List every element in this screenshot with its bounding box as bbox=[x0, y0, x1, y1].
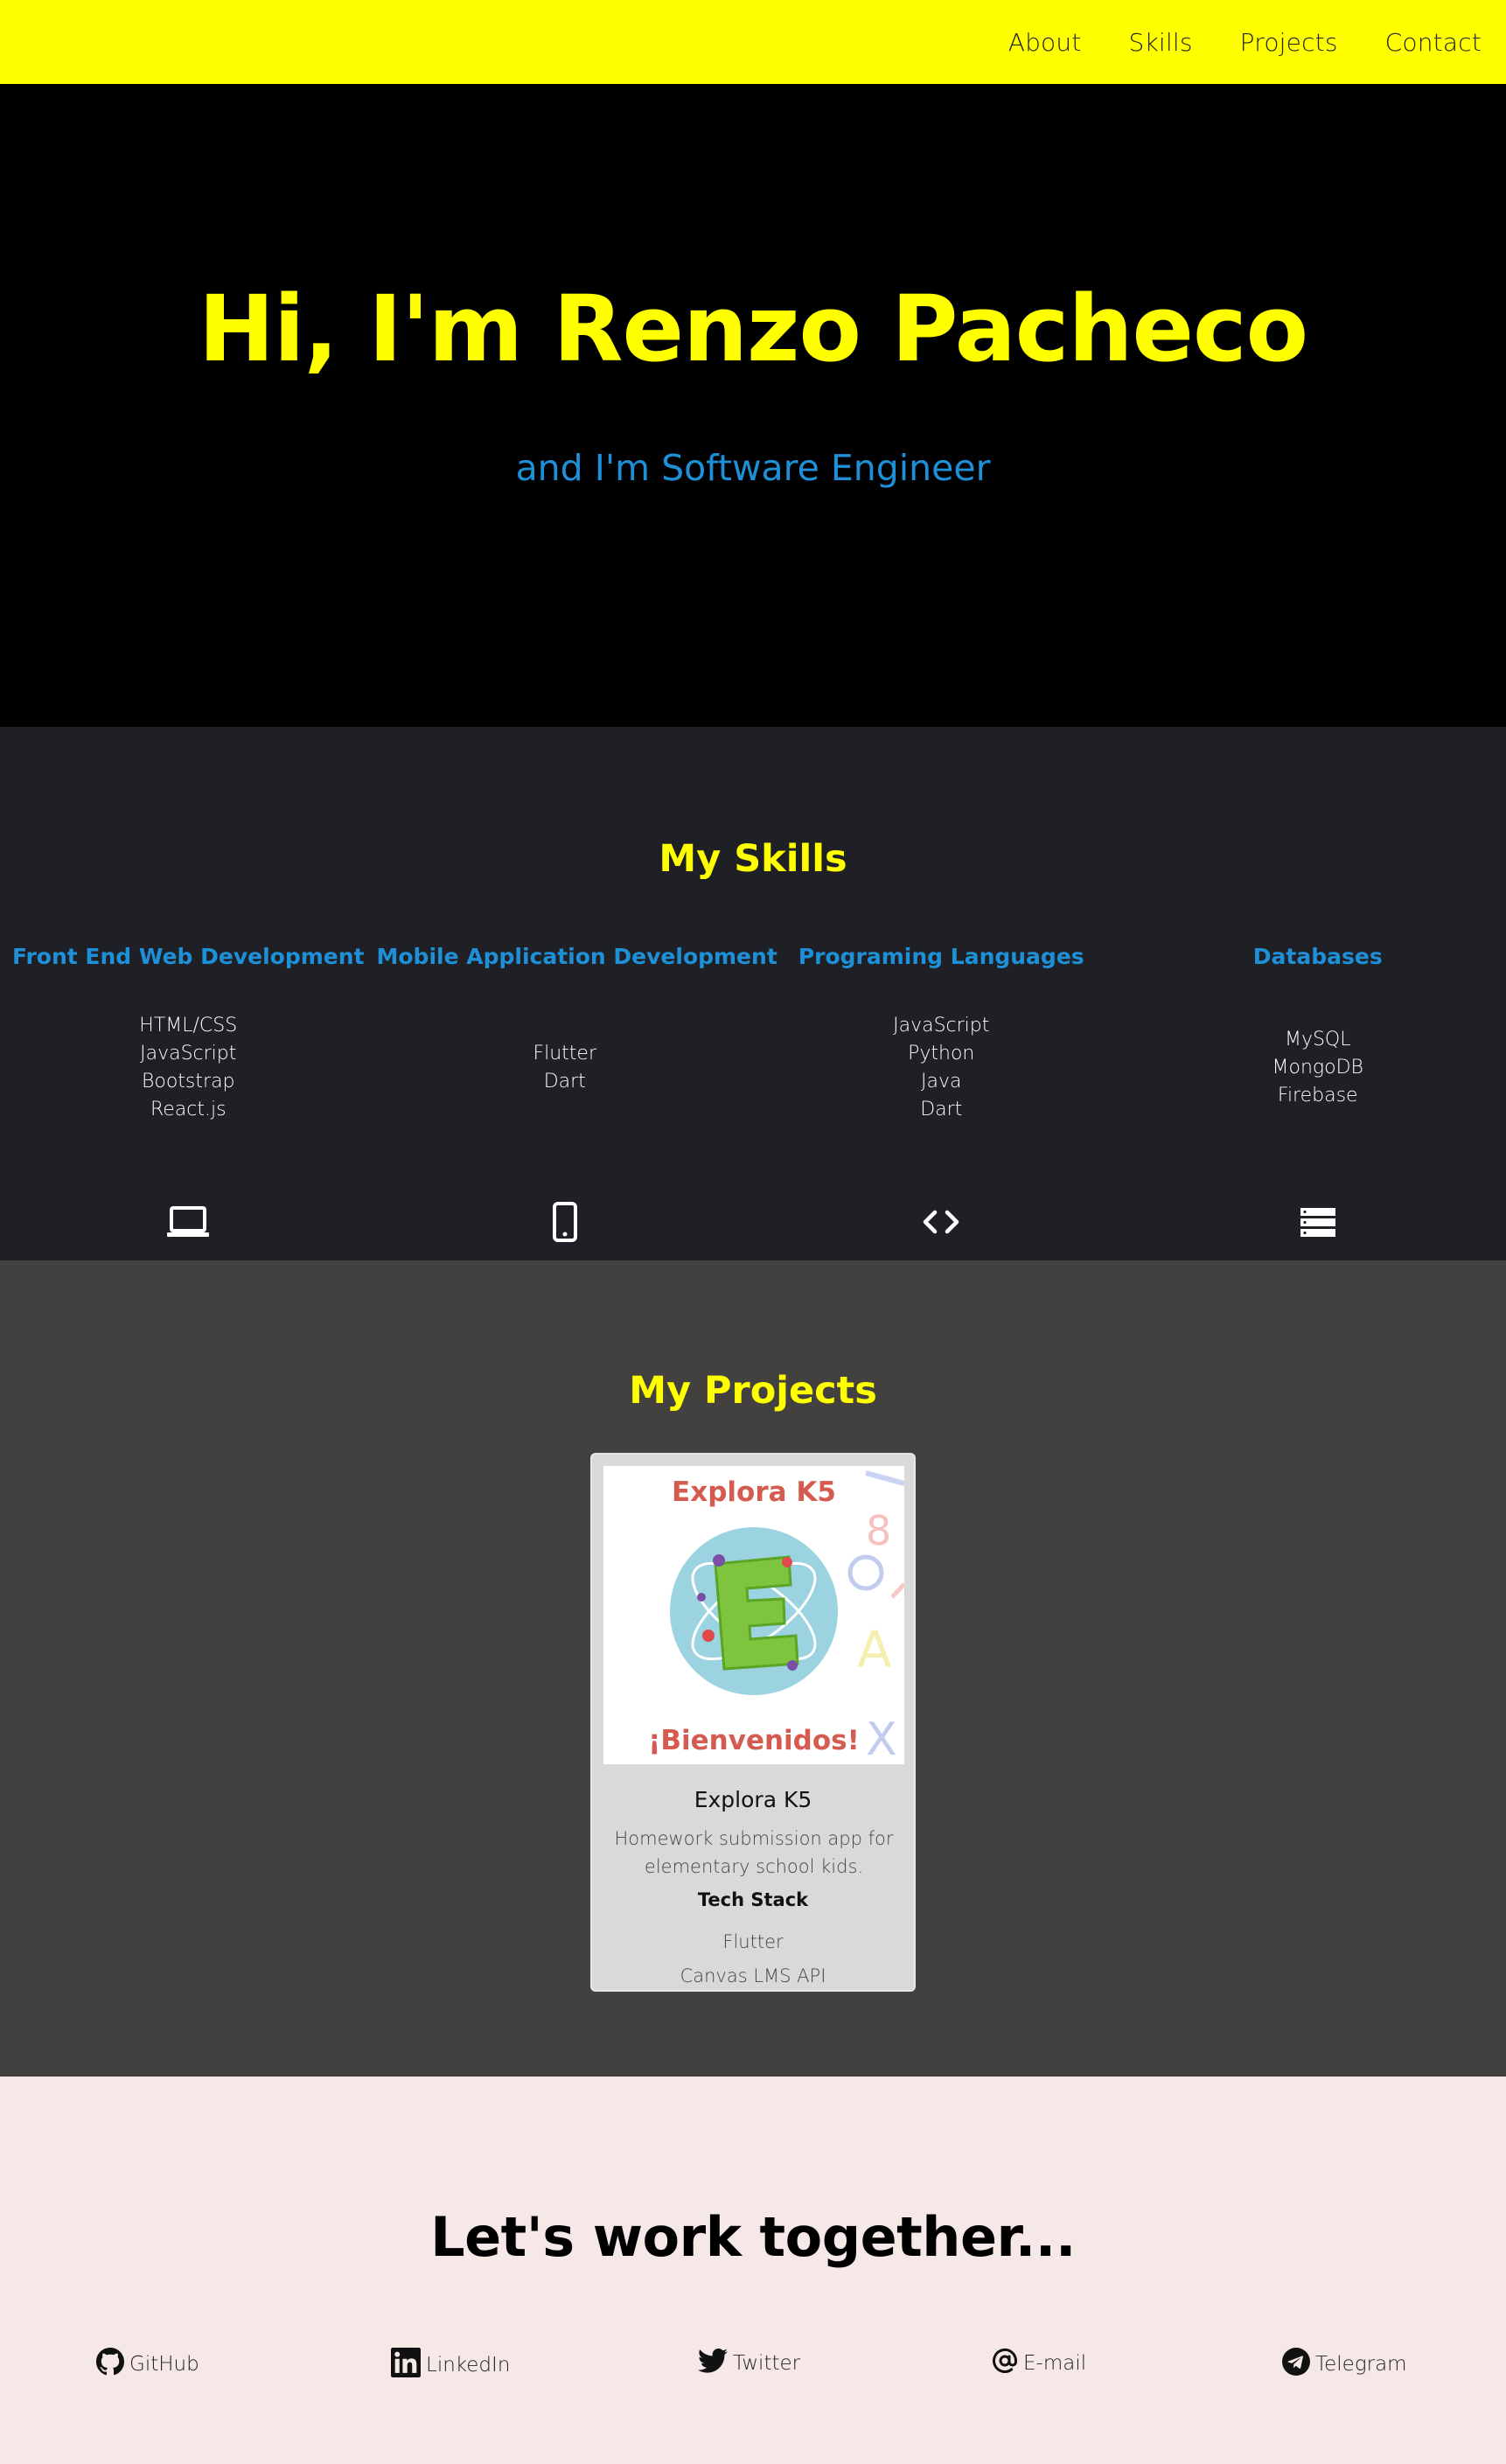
skill-item: Java bbox=[921, 1071, 962, 1092]
skill-list: JavaScript Python Java Dart bbox=[753, 1012, 1130, 1124]
project-description: Homework submission app for elementary s… bbox=[614, 1828, 894, 1877]
tech-stack-item: Flutter bbox=[722, 1931, 784, 1952]
skill-item: Dart bbox=[920, 1099, 963, 1120]
nav-link-contact[interactable]: Contact bbox=[1385, 28, 1482, 57]
projects-title: My Projects bbox=[629, 1369, 877, 1413]
github-icon bbox=[96, 2348, 129, 2381]
hero-title: Hi, I'm Renzo Pacheco bbox=[198, 276, 1308, 382]
skill-item: Firebase bbox=[1277, 1085, 1358, 1106]
nav-link-skills[interactable]: Skills bbox=[1129, 28, 1193, 57]
projects-section: My Projects 8 A X Explora K5 ¡Bienvenido… bbox=[0, 1260, 1506, 2077]
contact-title: Let's work together... bbox=[430, 2205, 1076, 2269]
project-image-bottom-text: ¡Bienvenidos! bbox=[648, 1725, 860, 1756]
linkedin-link[interactable]: LinkedIn bbox=[391, 2348, 510, 2383]
project-image: 8 A X Explora K5 ¡Bienvenidos! bbox=[603, 1466, 904, 1764]
skill-item: React.js bbox=[150, 1099, 227, 1120]
project-title: Explora K5 bbox=[694, 1787, 812, 1812]
contact-links: GitHub LinkedIn Twitter E-mail Telegram bbox=[0, 2348, 1506, 2383]
skill-list: Flutter Dart bbox=[377, 1040, 754, 1096]
skills-columns: Front End Web Development HTML/CSS JavaS… bbox=[0, 944, 1506, 1242]
twitter-link[interactable]: Twitter bbox=[698, 2348, 800, 2379]
skill-item: Dart bbox=[543, 1071, 586, 1092]
github-link[interactable]: GitHub bbox=[96, 2348, 199, 2381]
top-navbar: About Skills Projects Contact bbox=[0, 0, 1506, 84]
mobile-phone-icon bbox=[542, 1202, 588, 1242]
project-image-top-text: Explora K5 bbox=[672, 1476, 836, 1508]
skill-heading: Front End Web Development bbox=[11, 944, 365, 969]
skill-item: JavaScript bbox=[140, 1043, 237, 1064]
skill-heading: Programing Languages bbox=[798, 944, 1084, 969]
tech-stack-list: Flutter Canvas LMS API bbox=[592, 1925, 914, 1993]
link-label: Telegram bbox=[1315, 2353, 1407, 2376]
skill-item: MySQL bbox=[1284, 1029, 1351, 1051]
hero-subtitle: and I'm Software Engineer bbox=[515, 447, 991, 489]
at-sign-icon bbox=[992, 2348, 1023, 2379]
code-icon bbox=[918, 1203, 964, 1241]
nav-link-about[interactable]: About bbox=[1008, 28, 1082, 57]
link-label: Twitter bbox=[733, 2352, 801, 2375]
tech-stack-item: Canvas LMS API bbox=[680, 1965, 826, 1986]
svg-text:A: A bbox=[857, 1620, 892, 1679]
skill-item: Python bbox=[908, 1043, 975, 1064]
link-label: E-mail bbox=[1023, 2352, 1087, 2375]
skill-column-frontend: Front End Web Development HTML/CSS JavaS… bbox=[0, 944, 377, 1237]
skill-item: MongoDB bbox=[1272, 1057, 1363, 1078]
contact-section: Let's work together... GitHub LinkedIn T… bbox=[0, 2077, 1506, 2464]
skills-section: My Skills Front End Web Development HTML… bbox=[0, 727, 1506, 1260]
linkedin-icon bbox=[391, 2348, 426, 2383]
skill-item: HTML/CSS bbox=[139, 1015, 238, 1037]
skill-column-languages: Programing Languages JavaScript Python J… bbox=[753, 944, 1130, 1234]
skill-item: Bootstrap bbox=[141, 1071, 235, 1092]
email-link[interactable]: E-mail bbox=[992, 2348, 1086, 2379]
twitter-icon bbox=[698, 2348, 733, 2379]
hero-section: Hi, I'm Renzo Pacheco and I'm Software E… bbox=[0, 84, 1506, 727]
database-server-icon bbox=[1295, 1203, 1341, 1241]
skill-list: MySQL MongoDB Firebase bbox=[1130, 1026, 1506, 1110]
skill-heading: Databases bbox=[1252, 944, 1383, 969]
nav-link-projects[interactable]: Projects bbox=[1240, 28, 1338, 57]
laptop-icon bbox=[165, 1203, 211, 1241]
tech-stack-heading: Tech Stack bbox=[697, 1889, 809, 1910]
skill-column-mobile: Mobile Application Development Flutter D… bbox=[376, 944, 777, 1242]
skill-list: HTML/CSS JavaScript Bootstrap React.js bbox=[0, 1012, 377, 1124]
svg-text:8: 8 bbox=[866, 1507, 891, 1554]
telegram-icon bbox=[1282, 2348, 1315, 2381]
skill-heading: Mobile Application Development bbox=[376, 944, 777, 969]
skill-item: JavaScript bbox=[893, 1015, 990, 1037]
link-label: LinkedIn bbox=[426, 2354, 511, 2377]
skills-title: My Skills bbox=[659, 837, 847, 881]
project-card[interactable]: 8 A X Explora K5 ¡Bienvenidos! Explora K… bbox=[590, 1453, 916, 1992]
skill-column-databases: Databases MySQL MongoDB Firebase bbox=[1130, 944, 1506, 1237]
skill-item: Flutter bbox=[533, 1043, 597, 1064]
telegram-link[interactable]: Telegram bbox=[1282, 2348, 1407, 2381]
link-label: GitHub bbox=[129, 2353, 199, 2376]
